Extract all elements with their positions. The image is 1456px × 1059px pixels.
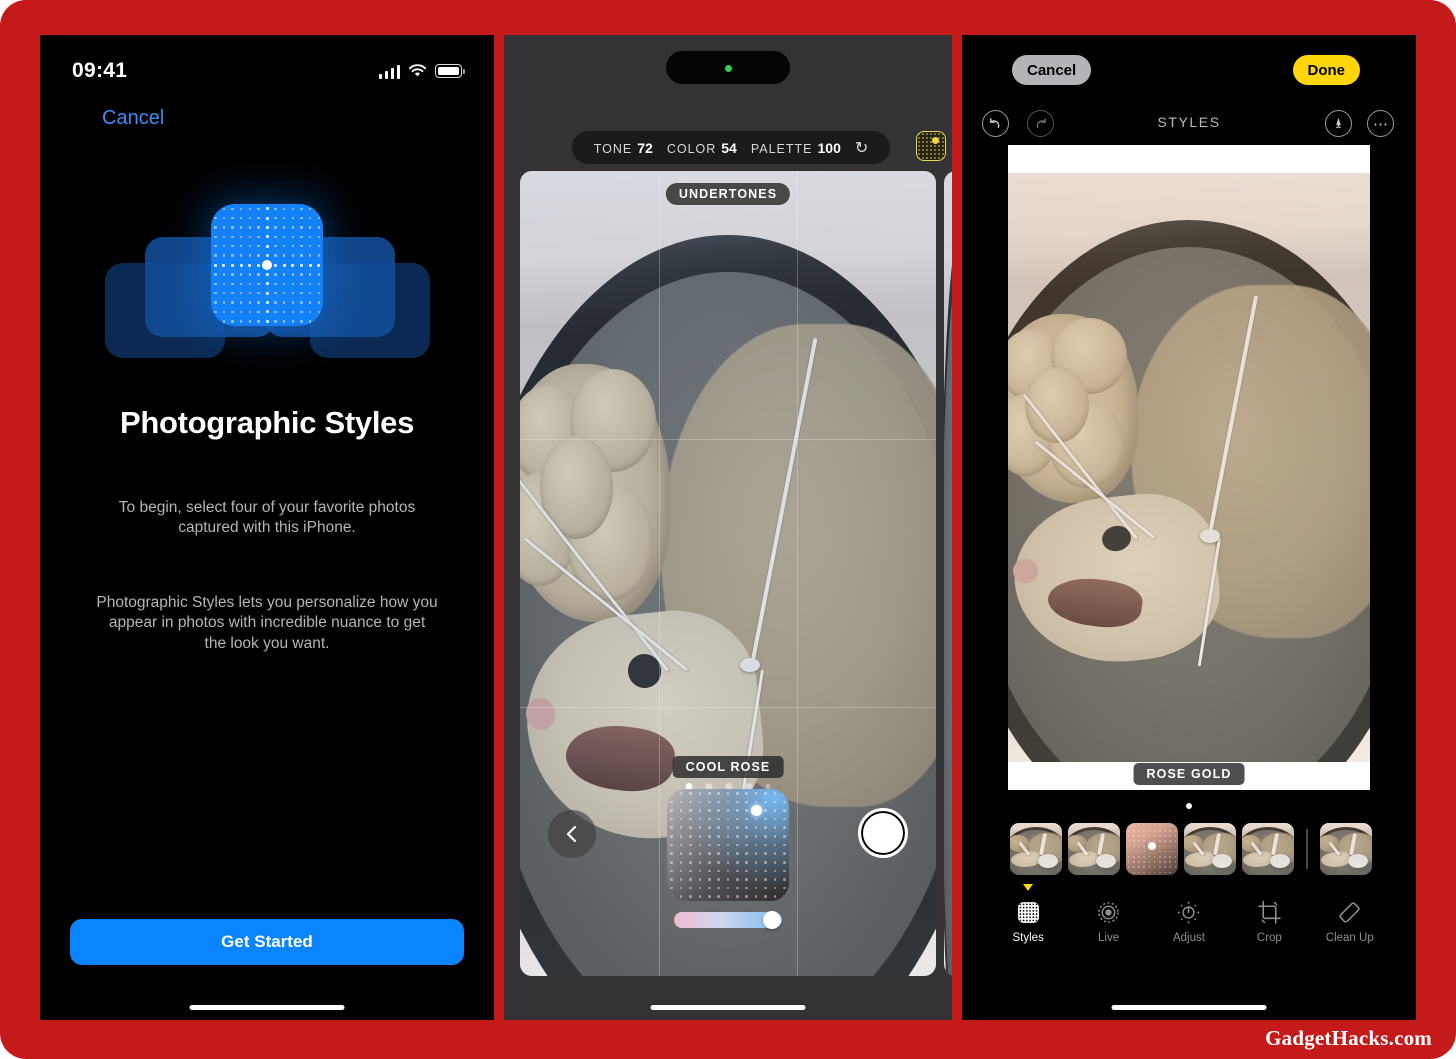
style-thumb-1[interactable] — [1010, 823, 1062, 875]
chevron-left-icon[interactable] — [548, 810, 596, 858]
style-thumbnail-strip[interactable] — [962, 818, 1416, 880]
get-started-button[interactable]: Get Started — [70, 919, 464, 965]
watermark: GadgetHacks.com — [1265, 1026, 1432, 1050]
live-photo-icon — [1096, 900, 1121, 925]
photo-preview — [944, 171, 952, 976]
redo-icon[interactable] — [1027, 110, 1054, 137]
intro-paragraph-2: Photographic Styles lets you personalize… — [96, 594, 438, 652]
style-thumb-selected-pad[interactable] — [1126, 823, 1178, 875]
crop-icon — [1257, 900, 1282, 925]
control-tone[interactable]: TONE 72 — [594, 140, 653, 156]
reset-arrow-icon[interactable]: ↻ — [855, 138, 868, 158]
style-name-chip: COOL ROSE — [672, 756, 784, 778]
more-ellipsis-icon[interactable]: ⋯ — [1367, 110, 1394, 137]
pad-handle — [932, 137, 939, 144]
control-tone-label: TONE — [593, 141, 633, 156]
page-dot[interactable] — [1186, 803, 1192, 809]
tab-label: Styles — [1012, 932, 1044, 944]
control-color-value: 54 — [721, 139, 737, 156]
tab-label: Adjust — [1172, 932, 1205, 944]
tab-styles[interactable]: Styles — [997, 884, 1059, 944]
rose-gold-tint — [1008, 173, 1370, 762]
status-bar-time: 09:41 — [72, 59, 128, 82]
status-bar: 09:41 — [40, 35, 494, 91]
styles-grid-icon[interactable] — [916, 131, 946, 161]
pad-handle[interactable] — [751, 805, 762, 816]
markup-pen-icon[interactable] — [1325, 110, 1352, 137]
dot-grid — [917, 132, 945, 160]
tab-live[interactable]: Live — [1078, 900, 1140, 944]
tab-label: Crop — [1256, 932, 1282, 944]
thumbnail-divider — [1306, 829, 1308, 869]
battery-full-icon — [435, 64, 465, 78]
control-color-label: COLOR — [666, 141, 717, 156]
style-thumb-6[interactable] — [1320, 823, 1372, 875]
editor-toolbar: STYLES ⋯ — [962, 105, 1416, 143]
tab-label: Live — [1098, 932, 1120, 944]
tab-label: Clean Up — [1325, 932, 1374, 944]
undertones-chip: UNDERTONES — [665, 183, 791, 205]
style-thumb-5[interactable] — [1242, 823, 1294, 875]
undo-icon[interactable] — [982, 110, 1009, 137]
tab-adjust[interactable]: Adjust — [1158, 900, 1220, 944]
dot-grid — [667, 789, 789, 901]
home-indicator[interactable] — [189, 1005, 345, 1010]
intro-paragraph-1: To begin, select four of your favorite p… — [118, 499, 416, 537]
style-thumb-4[interactable] — [1184, 823, 1236, 875]
style-thumb-2[interactable] — [1068, 823, 1120, 875]
control-palette[interactable]: PALETTE 100 — [751, 140, 841, 156]
camera-viewport[interactable]: UNDERTONES COOL ROSE — [520, 171, 936, 976]
styles-grid-icon — [1016, 900, 1041, 925]
cellular-bars-icon — [378, 64, 400, 79]
clean-up-eraser-icon — [1337, 900, 1362, 925]
photo-clock-opossum — [1008, 173, 1370, 762]
shutter-button[interactable] — [858, 808, 908, 858]
home-indicator[interactable] — [650, 1005, 806, 1010]
editor-tab-bar[interactable]: Styles Live Adjust Crop Clean Up — [962, 884, 1416, 972]
tab-crop[interactable]: Crop — [1238, 900, 1300, 944]
photo-canvas[interactable] — [1008, 145, 1370, 790]
done-button[interactable]: Done — [1292, 55, 1360, 85]
photographic-styles-pad-icon — [40, 195, 494, 360]
cancel-button[interactable]: Cancel — [1012, 55, 1092, 85]
page-title: Photographic Styles — [119, 405, 415, 440]
next-photo-peek[interactable] — [944, 171, 952, 976]
slider-knob[interactable] — [763, 911, 781, 929]
intensity-slider[interactable] — [674, 911, 782, 929]
pad-handle — [1148, 841, 1156, 850]
style-pad-control[interactable] — [667, 789, 789, 901]
phone-panel-camera: TONE 72 COLOR 54 PALETTE 100 ↻ UNDERTONE… — [504, 35, 952, 1020]
phone-panel-onboarding: 09:41 Cancel Photographic Styles To begi… — [40, 35, 494, 1020]
control-color[interactable]: COLOR 54 — [667, 140, 737, 156]
control-palette-label: PALETTE — [750, 141, 813, 156]
active-tab-caret-icon — [1023, 884, 1034, 891]
phone-panel-photo-editor: Cancel Done STYLES ⋯ ROSE GOLD Styles Li… — [962, 35, 1416, 1020]
dynamic-island — [666, 51, 790, 84]
wifi-icon — [408, 64, 427, 77]
cancel-button[interactable]: Cancel — [102, 107, 164, 130]
editor-title: STYLES — [1157, 114, 1221, 130]
style-name-chip: ROSE GOLD — [1133, 763, 1245, 785]
screenshot-stage: GadgetHacks.com 09:41 Cancel Photographi… — [0, 0, 1456, 1059]
adjust-dial-icon — [1176, 900, 1201, 925]
style-controls-pill[interactable]: TONE 72 COLOR 54 PALETTE 100 ↻ — [572, 131, 890, 164]
dot-grid — [211, 204, 323, 326]
control-palette-value: 100 — [817, 139, 841, 156]
tab-clean-up[interactable]: Clean Up — [1319, 900, 1381, 944]
camera-active-green-dot — [725, 65, 732, 72]
control-tone-value: 72 — [637, 139, 653, 156]
home-indicator[interactable] — [1111, 1005, 1267, 1010]
hero-card-main — [211, 204, 323, 326]
